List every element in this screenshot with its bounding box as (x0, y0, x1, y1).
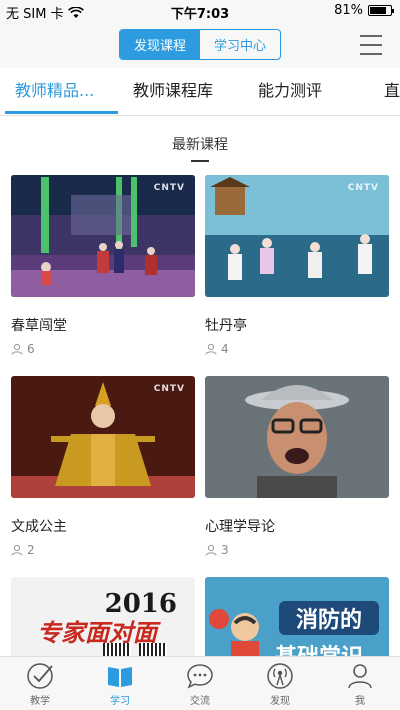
channel-logo: CNTV (153, 183, 185, 193)
section-title-underline (191, 160, 209, 162)
firefighter-illustration (209, 609, 259, 661)
course-thumbnail: CNTV (205, 175, 389, 297)
course-title: 文成公主 (11, 519, 67, 535)
channel-logo: CNTV (347, 183, 379, 193)
tabbar-label: 我 (355, 696, 365, 707)
channel-logo: CNTV (153, 384, 185, 394)
course-title: 心理学导论 (205, 519, 275, 535)
course-learner-count: 4 (205, 342, 229, 356)
menu-icon[interactable] (360, 35, 382, 55)
battery-icon (368, 5, 394, 16)
opera-stage-image (205, 175, 389, 297)
course-title: 牡丹亭 (205, 318, 247, 334)
segmented-control: 发现课程 学习中心 (119, 29, 281, 60)
tab-teacher-premium[interactable]: 教师精品... (15, 68, 94, 115)
tab-live[interactable]: 直 (384, 68, 400, 115)
person-outline-icon (205, 343, 217, 355)
section-title: 最新课程 (172, 137, 228, 153)
segment-learning-center[interactable]: 学习中心 (200, 30, 280, 59)
chat-icon (187, 664, 213, 689)
person-outline-icon (11, 544, 23, 556)
course-card[interactable]: CNTV 文成公主 2 (11, 376, 195, 557)
category-tabs: 教师精品... 教师课程库 能力测评 直 (0, 68, 400, 116)
learner-count: 3 (221, 543, 229, 557)
learner-count: 4 (221, 342, 229, 356)
tabbar-item-learning[interactable]: 学习 (80, 657, 160, 710)
battery-percent: 81% (334, 3, 363, 18)
opera-performer-image (11, 376, 195, 498)
book-icon (108, 667, 132, 687)
learner-count: 6 (27, 342, 35, 356)
segment-discover-courses[interactable]: 发现课程 (120, 30, 200, 59)
menu-line (360, 44, 382, 46)
person-outline-icon (205, 544, 217, 556)
tabbar-item-me[interactable]: 我 (320, 657, 400, 710)
bottom-tab-bar: 教学 学习 交流 发现 我 (0, 656, 400, 710)
tab-ability-assessment[interactable]: 能力测评 (258, 68, 322, 115)
course-card[interactable]: CNTV 牡丹亭 4 (205, 175, 389, 356)
course-learner-count: 2 (11, 543, 35, 557)
course-learner-count: 3 (205, 543, 229, 557)
status-bar: 无 SIM 卡 下午7:03 81% (0, 0, 400, 22)
course-learner-count: 6 (11, 342, 35, 356)
tabbar-item-discover[interactable]: 发现 (240, 657, 320, 710)
course-card[interactable]: CNTV 春草闯堂 6 (11, 175, 195, 356)
learner-count: 2 (27, 543, 35, 557)
opera-stage-image (11, 175, 195, 297)
qr-code-icon (103, 643, 131, 657)
course-title: 春草闯堂 (11, 318, 67, 334)
nav-bar: 发现课程 学习中心 (0, 22, 400, 68)
qr-code-icon (139, 643, 167, 657)
menu-line (360, 53, 382, 55)
status-right: 81% (334, 3, 394, 18)
broadcast-icon (267, 663, 293, 689)
course-card[interactable]: 心理学导论 3 (205, 376, 389, 557)
tabbar-label: 交流 (190, 696, 210, 707)
person-icon (348, 664, 372, 689)
tab-teacher-course-library[interactable]: 教师课程库 (133, 68, 213, 115)
course-thumbnail (205, 376, 389, 498)
tabbar-label: 学习 (110, 696, 130, 707)
check-circle-icon (27, 663, 53, 689)
battery-fill (370, 7, 387, 14)
tabbar-label: 教学 (30, 696, 50, 707)
thumb-fire-text: 消防的 (295, 608, 362, 633)
course-thumbnail: CNTV (11, 376, 195, 498)
person-outline-icon (11, 343, 23, 355)
thumb-fire-label: 消防的 (279, 601, 379, 635)
tabbar-item-communication[interactable]: 交流 (160, 657, 240, 710)
man-with-colander-image (205, 376, 389, 498)
active-tab-indicator (5, 111, 118, 114)
course-thumbnail: CNTV (11, 175, 195, 297)
tabbar-item-teaching[interactable]: 教学 (0, 657, 80, 710)
menu-line (360, 35, 382, 37)
tabbar-label: 发现 (270, 696, 290, 707)
